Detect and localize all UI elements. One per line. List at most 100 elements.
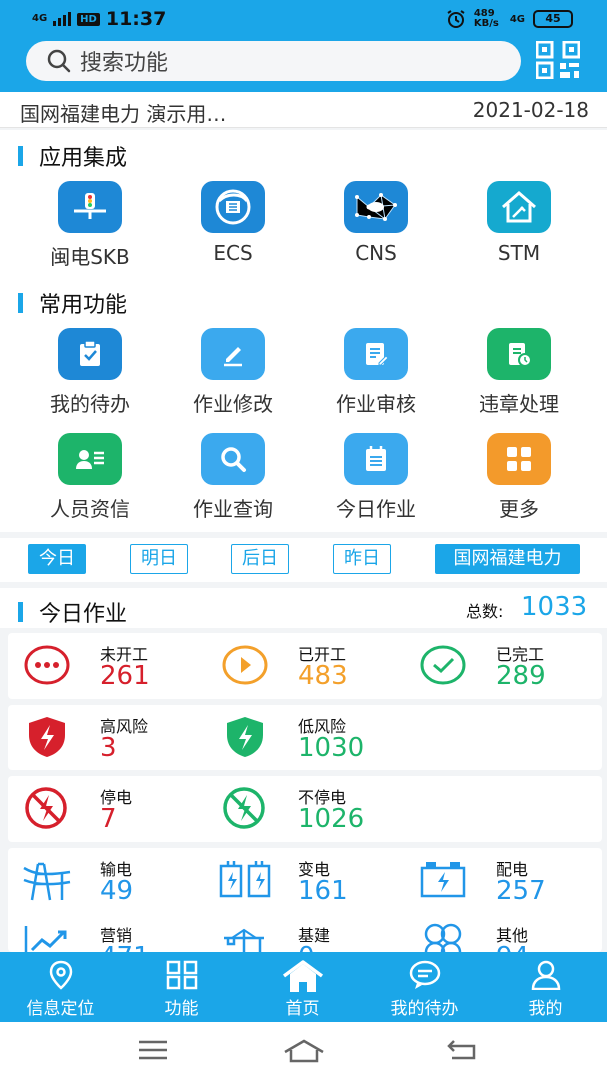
common-section-title-text: 常用功能	[39, 293, 128, 318]
stat-marketing[interactable]: 营销 471	[8, 916, 206, 952]
today-section-title-text: 今日作业	[39, 602, 128, 627]
nav-info-location[interactable]: 信息定位	[0, 952, 121, 1022]
stat-value: 7	[100, 804, 117, 834]
app-mindian-skb[interactable]: 闽电SKB	[19, 181, 161, 270]
app-ecs[interactable]: ECS	[162, 181, 304, 265]
func-personnel[interactable]: 人员资信	[19, 433, 161, 522]
tab-tomorrow[interactable]: 明日	[130, 544, 188, 574]
stat-value: 257	[496, 876, 546, 906]
app-stm[interactable]: STM	[448, 181, 590, 265]
bottom-navigation: 信息定位 功能 首页 我的待办 我的	[0, 952, 607, 1022]
nav-my-todo[interactable]: 我的待办	[364, 952, 485, 1022]
func-query-work[interactable]: 作业查询	[162, 433, 304, 522]
stat-value: 1026	[298, 804, 365, 834]
apps-section-title-text: 应用集成	[39, 146, 128, 171]
title-accent-bar	[18, 146, 23, 166]
stat-not-started[interactable]: 未开工 261	[8, 633, 206, 699]
id-card-icon	[58, 433, 122, 485]
app-label: ECS	[213, 241, 253, 265]
qr-code-scan-icon[interactable]	[536, 41, 580, 79]
func-label: 今日作业	[336, 497, 416, 521]
home-icon	[282, 960, 323, 992]
calendar-list-icon	[344, 433, 408, 485]
stat-power-off[interactable]: 停电 7	[8, 776, 206, 842]
crane-icon	[224, 928, 264, 952]
substation-icon	[219, 861, 271, 898]
stat-low-risk[interactable]: 低风险 1030	[206, 705, 404, 770]
nav-label: 首页	[285, 999, 320, 1019]
chart-up-icon	[24, 926, 67, 952]
tab-today[interactable]: 今日	[28, 544, 86, 574]
apps-section-title: 应用集成	[18, 140, 127, 172]
nav-label: 我的待办	[390, 999, 459, 1019]
func-edit-work[interactable]: 作业修改	[162, 328, 304, 417]
stat-completed[interactable]: 已完工 289	[404, 633, 602, 699]
stat-power-on[interactable]: 不停电 1026	[206, 776, 404, 842]
shield-bolt-red-icon	[29, 717, 65, 757]
tab-day-after[interactable]: 后日	[231, 544, 289, 574]
func-label: 违章处理	[479, 392, 559, 416]
nav-functions[interactable]: 功能	[121, 952, 242, 1022]
home-outline-icon[interactable]	[283, 1038, 325, 1064]
date-filter-tabs: 今日 明日 后日 昨日 国网福建电力	[0, 538, 607, 582]
current-date: 2021-02-18	[472, 98, 589, 122]
stat-value: 3	[100, 733, 117, 763]
location-pin-icon	[49, 960, 72, 990]
menu-lines-icon[interactable]	[137, 1038, 169, 1062]
tab-organization[interactable]: 国网福建电力	[435, 544, 580, 574]
company-name[interactable]: 国网福建电力 演示用…	[20, 98, 226, 127]
house-tools-icon	[487, 181, 551, 233]
func-label: 人员资信	[50, 497, 130, 521]
stat-other[interactable]: 其他 94	[404, 916, 602, 952]
grid-icon	[166, 960, 197, 990]
tab-yesterday[interactable]: 昨日	[333, 544, 391, 574]
dots-circle-icon	[24, 645, 70, 685]
check-circle-icon	[420, 645, 466, 685]
func-label: 更多	[499, 497, 539, 521]
risk-card: 高风险 3 低风险 1030	[8, 705, 602, 770]
func-review-work[interactable]: 作业审核	[305, 328, 447, 417]
play-circle-icon	[222, 645, 268, 685]
stat-high-risk[interactable]: 高风险 3	[8, 705, 206, 770]
stat-value: 161	[298, 876, 348, 906]
nav-label: 信息定位	[26, 999, 95, 1019]
back-arrow-icon[interactable]	[446, 1038, 480, 1062]
func-violation[interactable]: 违章处理	[448, 328, 590, 417]
func-label: 我的待办	[50, 392, 130, 416]
document-clock-icon	[487, 328, 551, 380]
stat-transmission[interactable]: 输电 49	[8, 848, 206, 914]
stat-substation[interactable]: 变电 161	[206, 848, 404, 914]
func-today-work[interactable]: 今日作业	[305, 433, 447, 522]
func-label: 作业查询	[193, 497, 273, 521]
transmission-tower-icon	[23, 862, 71, 901]
app-cns[interactable]: CNS	[305, 181, 447, 265]
app-label: CNS	[355, 241, 397, 265]
func-label: 作业审核	[336, 392, 416, 416]
clover-icon	[424, 923, 462, 952]
stat-distribution[interactable]: 配电 257	[404, 848, 602, 914]
function-panel: 应用集成 闽电SKB ECS CNS STM 常用功能 我的待办 作业修改 作业…	[0, 130, 607, 532]
app-label: 闽电SKB	[50, 245, 130, 269]
edit-pencil-icon	[201, 328, 265, 380]
ecs-logo-icon	[201, 181, 265, 233]
network-cloud-icon	[344, 181, 408, 233]
system-navigation-bar	[0, 1022, 607, 1080]
stat-started[interactable]: 已开工 483	[206, 633, 404, 699]
func-label: 作业修改	[193, 392, 273, 416]
nav-home[interactable]: 首页	[242, 952, 363, 1022]
traffic-light-icon	[58, 181, 122, 233]
nav-me[interactable]: 我的	[485, 952, 606, 1022]
work-type-card: 输电 49 变电 161 配电 257 营销 471 基建 0 其他 94	[8, 848, 602, 952]
func-my-todo[interactable]: 我的待办	[19, 328, 161, 417]
search-input[interactable]: 搜索功能	[26, 41, 521, 81]
func-more[interactable]: 更多	[448, 433, 590, 522]
shield-bolt-green-icon	[227, 717, 263, 757]
stat-construction[interactable]: 基建 0	[206, 916, 404, 952]
chat-bubble-icon	[409, 960, 440, 989]
search-icon	[47, 49, 71, 73]
distribution-battery-icon	[420, 862, 466, 898]
nav-label: 我的	[528, 999, 563, 1019]
stat-value: 94	[496, 942, 529, 952]
stat-value: 483	[298, 661, 348, 691]
power-card: 停电 7 不停电 1026	[8, 776, 602, 842]
